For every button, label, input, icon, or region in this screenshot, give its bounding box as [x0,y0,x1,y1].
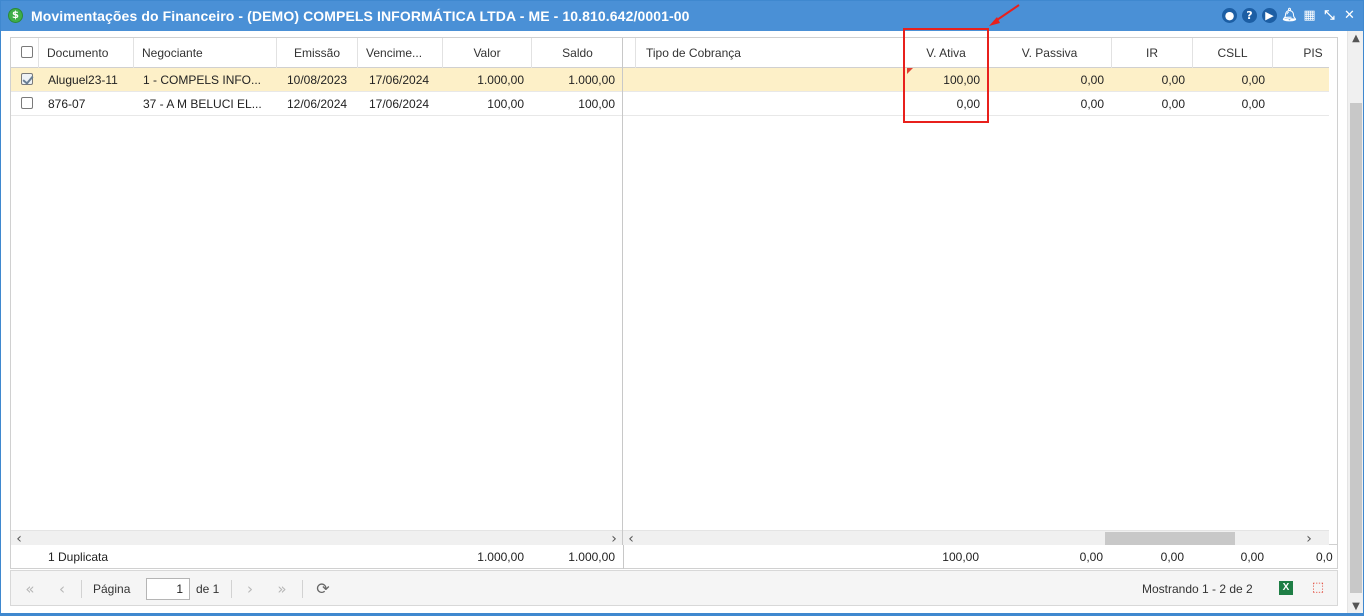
eye-icon[interactable]: ● [1222,8,1237,23]
cell-saldo: 100,00 [578,97,615,111]
column-header-saldo[interactable]: Saldo [532,38,623,68]
horizontal-scroll-thumb[interactable] [1105,532,1235,546]
left-horizontal-scrollbar[interactable]: ‹ › [11,530,622,547]
cell-documento: Aluguel23-11 [48,73,118,87]
cell-v-passiva: 0,00 [1080,73,1104,87]
bell-icon[interactable]: 🔔︎ [1281,8,1298,23]
excel-export-icon[interactable]: X [1279,581,1293,595]
summary-csll: 0,00 [1240,550,1264,564]
summary-pis: 0,0 [1316,550,1333,564]
column-header-valor[interactable]: Valor [443,38,532,68]
cell-ir: 0,00 [1161,73,1185,87]
first-page-icon[interactable]: « [21,580,39,598]
locked-columns-pane: Documento Negociante Emissão Vencime... … [11,38,623,547]
window-title: Movimentações do Financeiro - (DEMO) COM… [31,8,690,24]
table-row[interactable]: Aluguel23-11 1 - COMPELS INFO... 10/08/2… [11,68,622,92]
scroll-left-icon[interactable]: ‹ [623,531,639,546]
showing-records-label: Mostrando 1 - 2 de 2 [1142,582,1253,596]
column-header-csll[interactable]: CSLL [1193,38,1273,68]
cell-negociante: 37 - A M BELUCI EL... [143,97,262,111]
pdf-export-icon[interactable]: ⬚ [1311,581,1325,595]
summary-v-ativa: 100,00 [942,550,979,564]
summary-ir: 0,00 [1160,550,1184,564]
cell-valor: 100,00 [487,97,524,111]
page-number-input[interactable] [146,578,190,600]
cell-csll: 0,00 [1241,97,1265,111]
next-page-icon[interactable]: › [241,580,259,598]
help-icon[interactable]: ? [1242,8,1257,23]
column-header-v-passiva[interactable]: V. Passiva [988,38,1112,68]
pagination-toolbar: « ‹ Página de 1 › » ⟳ Mostrando 1 - 2 de… [10,570,1338,606]
cell-ir: 0,00 [1161,97,1185,111]
cell-saldo: 1.000,00 [568,73,615,87]
column-header-emissao[interactable]: Emissão [277,38,358,68]
page-label: Página [93,582,131,596]
scroll-right-icon[interactable]: › [1301,531,1317,546]
collapse-icon[interactable]: ⤡ [1322,8,1337,23]
summary-row: 1 Duplicata 1.000,00 1.000,00 100,00 0,0… [10,545,1338,569]
left-header: Documento Negociante Emissão Vencime... … [11,38,622,68]
select-all-checkbox[interactable] [21,46,33,58]
title-bar: $ Movimentações do Financeiro - (DEMO) C… [1,1,1363,31]
row-checkbox[interactable] [21,73,33,85]
money-icon: $ [8,8,23,23]
scroll-up-icon[interactable]: ▲ [1348,31,1364,47]
summary-valor: 1.000,00 [477,550,524,564]
summary-saldo: 1.000,00 [568,550,615,564]
cell-valor: 1.000,00 [477,73,524,87]
column-header-pis[interactable]: PIS [1273,38,1329,68]
cell-vencimento: 17/06/2024 [369,73,430,87]
close-icon[interactable]: ✕ [1342,8,1357,23]
play-icon[interactable]: ▶ [1262,8,1277,23]
cell-emissao: 12/06/2024 [287,97,348,111]
column-header-negociante[interactable]: Negociante [134,38,277,68]
vertical-scroll-thumb[interactable] [1350,103,1362,593]
table-row[interactable]: 876-07 37 - A M BELUCI EL... 12/06/2024 … [11,92,622,116]
data-grid: Documento Negociante Emissão Vencime... … [10,37,1338,547]
calendar-icon[interactable]: ▦ [1302,8,1317,23]
cell-documento: 876-07 [48,97,86,111]
cell-negociante: 1 - COMPELS INFO... [143,73,262,87]
summary-v-passiva: 0,00 [1079,550,1103,564]
refresh-icon[interactable]: ⟳ [313,579,333,599]
cell-tipo-cobranca [636,68,905,92]
right-horizontal-scrollbar[interactable]: ‹ › [623,530,1329,546]
annotation-arrow-icon [989,4,1020,26]
cell-csll: 0,00 [1241,73,1265,87]
vertical-scrollbar[interactable]: ▲ ▼ [1347,31,1363,615]
cell-v-passiva: 0,00 [1080,97,1104,111]
column-header-documento[interactable]: Documento [39,38,134,68]
cell-emissao: 10/08/2023 [287,73,348,87]
cell-tipo-cobranca [636,92,905,116]
summary-label: 1 Duplicata [48,550,109,564]
column-header-tipo-cobranca[interactable]: Tipo de Cobrança [636,38,905,68]
page-count-label: de 1 [196,582,220,596]
movimentacoes-window: $ Movimentações do Financeiro - (DEMO) C… [0,0,1364,616]
previous-page-icon[interactable]: ‹ [53,580,71,598]
row-checkbox[interactable] [21,97,33,109]
annotation-highlight-box [903,28,989,123]
column-header-vencimento[interactable]: Vencime... [358,38,443,68]
column-header-ir[interactable]: IR [1112,38,1193,68]
title-bar-tools: ● ? ▶ 🔔︎ ▦ ⤡ ✕ [1222,8,1357,23]
last-page-icon[interactable]: » [273,580,291,598]
cell-vencimento: 17/06/2024 [369,97,430,111]
